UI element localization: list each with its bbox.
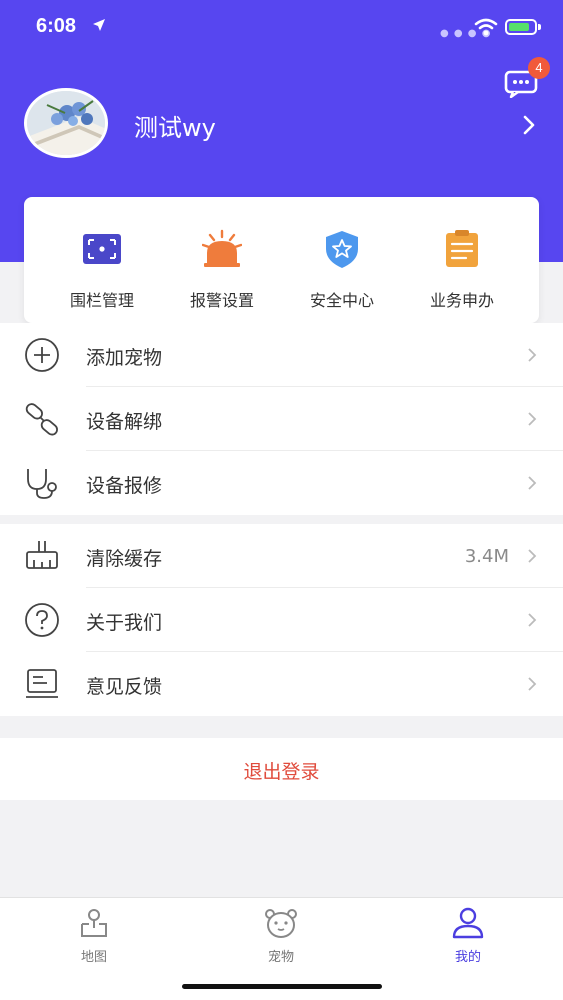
avatar[interactable] (24, 88, 108, 158)
clipboard-icon (446, 230, 478, 267)
quick-action-fence[interactable]: 围栏管理 (42, 229, 162, 311)
quick-action-label: 报警设置 (189, 291, 254, 310)
feedback-icon (26, 669, 58, 698)
status-bar: 6:08 ● ● ● ● (0, 0, 563, 56)
alarm-icon (201, 229, 243, 267)
menu-item-repair[interactable]: 设备报修 (0, 451, 563, 515)
location-arrow-icon (93, 19, 105, 31)
chevron-right-icon (528, 412, 537, 426)
stethoscope-icon (27, 469, 57, 499)
status-time: 6:08 (36, 15, 77, 37)
wifi-icon (474, 18, 498, 36)
menu-item-label: 关于我们 (86, 612, 163, 634)
quick-action-label: 安全中心 (309, 291, 374, 310)
tab-label: 宠物 (267, 950, 294, 965)
chevron-right-icon (528, 613, 537, 627)
chevron-right-icon (528, 348, 537, 362)
logout-button[interactable]: 退出登录 (0, 738, 563, 800)
add-circle-icon (25, 338, 59, 372)
menu-group-device: 添加宠物 设备解绑 设备报修 (0, 323, 563, 515)
menu-group-general: 清除缓存 3.4M 关于我们 意见反馈 (0, 524, 563, 716)
quick-actions-card: 围栏管理 报警设置 安全中心 业务申办 (24, 197, 539, 323)
pet-icon (265, 909, 297, 938)
quick-action-alarm[interactable]: 报警设置 (162, 229, 282, 311)
menu-item-label: 设备解绑 (86, 411, 163, 433)
chevron-right-icon[interactable] (522, 114, 536, 136)
tab-map[interactable]: 地图 (34, 906, 154, 965)
tab-mine[interactable]: 我的 (408, 906, 528, 965)
tab-pet[interactable]: 宠物 (221, 906, 341, 965)
tab-label: 我的 (454, 950, 481, 965)
menu-item-label: 清除缓存 (86, 548, 163, 570)
unlink-icon (25, 403, 58, 436)
user-icon (452, 907, 484, 939)
quick-action-label: 业务申办 (429, 291, 494, 310)
broom-icon (26, 541, 58, 569)
chevron-right-icon (528, 549, 537, 563)
cache-size-value: 3.4M (464, 546, 509, 567)
fence-icon (83, 234, 121, 264)
map-icon (81, 909, 107, 937)
tab-label: 地图 (80, 950, 107, 965)
chevron-right-icon (528, 677, 537, 691)
menu-item-about[interactable]: 关于我们 (0, 588, 563, 652)
quick-action-security[interactable]: 安全中心 (282, 229, 402, 311)
quick-action-label: 围栏管理 (69, 291, 134, 310)
username[interactable]: 测试wy (134, 108, 216, 143)
menu-item-clear-cache[interactable]: 清除缓存 3.4M (0, 524, 563, 588)
shield-icon (326, 231, 358, 268)
message-badge: 4 (528, 57, 550, 79)
home-indicator (182, 984, 382, 989)
menu-item-label: 意见反馈 (86, 676, 163, 698)
logout-label: 退出登录 (243, 761, 320, 783)
menu-item-unbind[interactable]: 设备解绑 (0, 387, 563, 451)
menu-item-add-pet[interactable]: 添加宠物 (0, 323, 563, 387)
menu-item-feedback[interactable]: 意见反馈 (0, 652, 563, 716)
question-icon (25, 603, 59, 637)
battery-icon (505, 19, 541, 35)
quick-action-business[interactable]: 业务申办 (402, 229, 522, 311)
menu-item-label: 添加宠物 (86, 347, 163, 369)
menu-item-label: 设备报修 (86, 475, 163, 497)
chevron-right-icon (528, 476, 537, 490)
